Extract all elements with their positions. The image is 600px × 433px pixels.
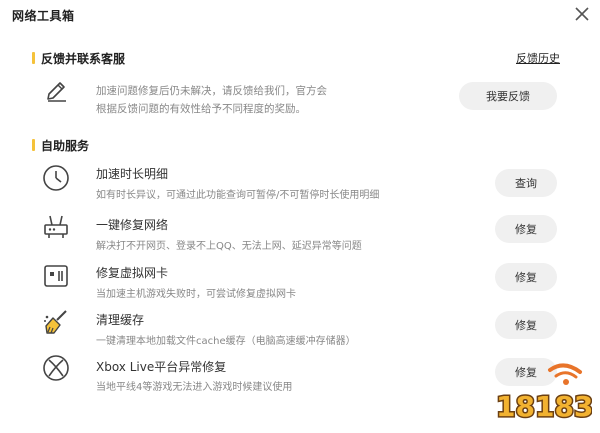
feedback-text-line2: 根据反馈问题的有效性给予不同程度的奖励。: [96, 103, 306, 115]
item-title-clear-cache: 清理缓存: [96, 313, 145, 327]
feedback-section-heading: 反馈并联系客服: [32, 50, 125, 67]
item-desc-fix-virtual-nic: 当加速主机游戏失败时，可尝试修复虚拟网卡: [96, 289, 296, 300]
item-desc-fix-network: 解决打不开网页、登录不上QQ、无法上网、延迟异常等问题: [96, 241, 362, 252]
clock-icon: [43, 165, 69, 191]
pencil-icon: [47, 82, 66, 102]
item-desc-clear-cache: 一键清理本地加载文件cache缓存（电脑高速缓冲存储器）: [96, 336, 356, 347]
broom-icon: [44, 310, 67, 334]
title-bar: 网络工具箱: [0, 0, 600, 30]
submit-feedback-button[interactable]: 我要反馈: [459, 82, 557, 110]
self-service-heading: 自助服务: [32, 137, 89, 154]
close-icon[interactable]: [573, 5, 591, 23]
xbox-icon: [43, 355, 69, 381]
query-button[interactable]: 查询: [495, 169, 557, 197]
watermark-text: 18183: [496, 390, 592, 423]
item-title-fix-network: 一键修复网络: [96, 218, 169, 232]
clear-cache-button[interactable]: 修复: [495, 311, 557, 339]
network-card-icon: [44, 265, 68, 287]
fix-network-button[interactable]: 修复: [495, 215, 557, 243]
watermark-logo: 18183: [495, 363, 592, 425]
item-title-fix-virtual-nic: 修复虚拟网卡: [96, 266, 169, 280]
window-title: 网络工具箱: [12, 9, 75, 23]
item-title-xbox-live-fix: Xbox Live平台异常修复: [96, 360, 227, 374]
item-title-speed-duration: 加速时长明细: [96, 167, 169, 181]
router-icon: [44, 215, 68, 238]
item-desc-speed-duration: 如有时长异议，可通过此功能查询可暂停/不可暂停时长使用明细: [96, 190, 380, 201]
fix-virtual-nic-button[interactable]: 修复: [495, 263, 557, 291]
feedback-text-line1: 加速问题修复后仍未解决，请反馈给我们，官方会: [96, 85, 327, 97]
item-desc-xbox-live-fix: 当地平线4等游戏无法进入游戏时候建议使用: [96, 382, 293, 393]
feedback-history-link[interactable]: 反馈历史: [516, 50, 560, 66]
